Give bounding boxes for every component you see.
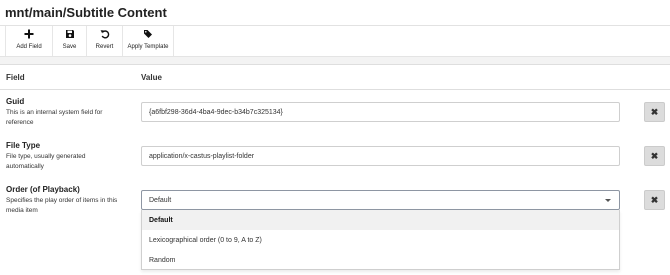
guid-field-name: Guid bbox=[6, 97, 25, 106]
clear-guid-button[interactable]: ✖ bbox=[644, 102, 665, 122]
apply-template-label: Apply Template bbox=[127, 44, 169, 50]
save-label: Save bbox=[62, 44, 77, 50]
close-icon: ✖ bbox=[650, 150, 659, 161]
file-type-value-field[interactable]: application/x-castus-playlist-folder bbox=[141, 146, 620, 166]
floppy-disk-icon bbox=[65, 29, 75, 39]
plus-icon bbox=[24, 29, 34, 39]
tags-icon bbox=[143, 29, 153, 39]
save-button[interactable]: Save bbox=[53, 26, 87, 56]
revert-label: Revert bbox=[95, 44, 114, 50]
guid-value-field[interactable]: {a6fbf298-36d4-4ba4-9dec-b34b7c325134} bbox=[141, 102, 620, 122]
close-icon: ✖ bbox=[650, 106, 659, 117]
clear-file-type-button[interactable]: ✖ bbox=[644, 146, 665, 166]
order-field-description: Specifies the play order of items in thi… bbox=[6, 197, 118, 214]
guid-field-description: This is an internal system field for ref… bbox=[6, 109, 103, 126]
revert-button[interactable]: Revert bbox=[87, 26, 123, 56]
apply-template-button[interactable]: Apply Template bbox=[123, 26, 174, 56]
add-field-label: Add Field bbox=[16, 44, 42, 50]
dropdown-option-default[interactable]: Default bbox=[142, 210, 619, 230]
page-title: mnt/main/Subtitle Content bbox=[5, 5, 167, 20]
order-dropdown-menu: Default Lexicographical order (0 to 9, A… bbox=[141, 210, 620, 270]
dropdown-option-random[interactable]: Random bbox=[142, 250, 619, 270]
order-select-value: Default bbox=[149, 197, 172, 204]
file-type-field-description: File type, usually generated automatical… bbox=[6, 153, 86, 170]
add-field-button[interactable]: Add Field bbox=[6, 26, 53, 56]
undo-icon bbox=[100, 29, 110, 39]
close-icon: ✖ bbox=[650, 194, 659, 205]
order-field-name: Order (of Playback) bbox=[6, 185, 80, 194]
toolbar-separator bbox=[0, 56, 670, 64]
field-column-header: Field bbox=[6, 73, 25, 82]
table-header: Field Value bbox=[0, 64, 670, 90]
order-select[interactable]: Default bbox=[141, 190, 620, 210]
toolbar: Add Field Save Revert Apply Template bbox=[5, 26, 174, 56]
clear-order-button[interactable]: ✖ bbox=[644, 190, 665, 210]
caret-down-icon bbox=[605, 199, 611, 202]
value-column-header: Value bbox=[141, 73, 162, 82]
dropdown-option-lexicographical[interactable]: Lexicographical order (0 to 9, A to Z) bbox=[142, 230, 619, 250]
file-type-field-name: File Type bbox=[6, 141, 41, 150]
